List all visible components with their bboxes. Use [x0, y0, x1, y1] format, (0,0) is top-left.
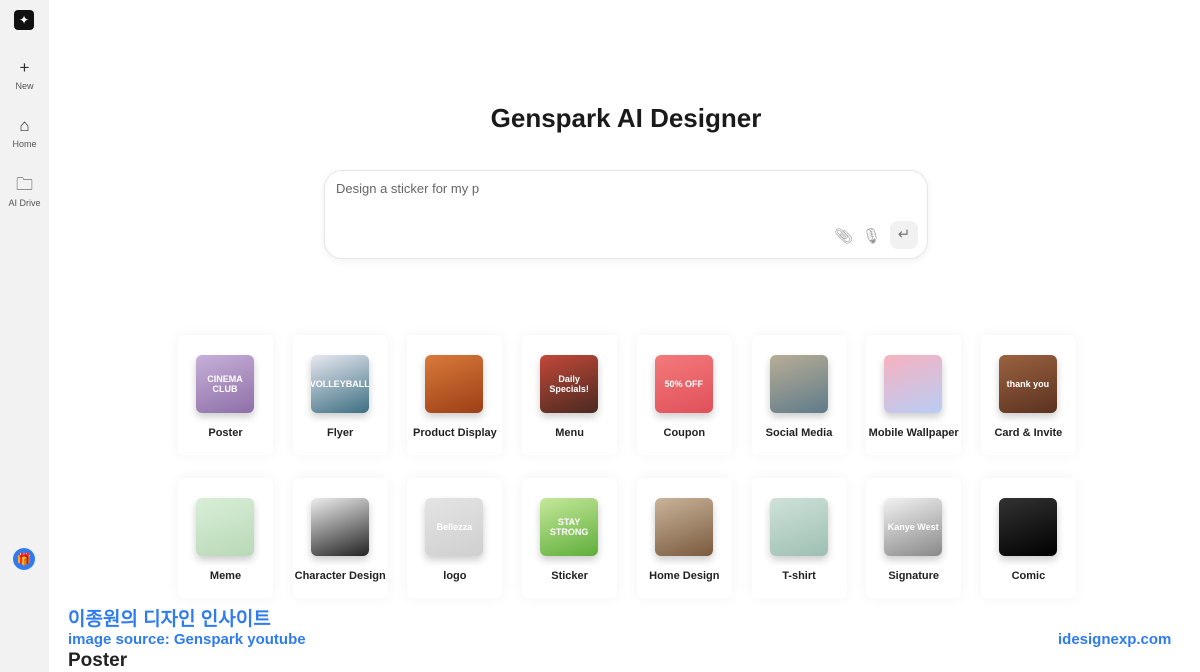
category-thumbnail: Kanye West: [884, 498, 943, 556]
category-thumbnail: CINEMA CLUB: [196, 355, 254, 413]
thumbnail-text: thank you: [1006, 379, 1050, 389]
category-thumbnail: [654, 498, 713, 556]
category-thumbnail: Bellezza: [425, 498, 484, 556]
thumbnail-text: Daily Specials!: [549, 374, 589, 394]
category-thumbnail: [769, 498, 828, 556]
category-thumbnail: VOLLEYBALL: [310, 355, 369, 413]
plus-icon: +: [19, 58, 30, 77]
category-card-home-design[interactable]: Home Design: [636, 478, 732, 598]
category-card-flyer[interactable]: VOLLEYBALL Flyer: [292, 335, 388, 455]
watermark-korean: 이종원의 디자인 인사이트: [68, 609, 271, 630]
category-thumbnail: Daily Specials!: [540, 355, 599, 413]
gift-icon[interactable]: 🎁: [13, 548, 35, 570]
image-source: image source: Genspark youtube: [68, 631, 306, 648]
sidebar-item-label: Home: [12, 139, 37, 149]
category-thumbnail: [884, 355, 943, 413]
category-card-comic[interactable]: Comic: [980, 478, 1076, 598]
prompt-input[interactable]: [336, 181, 786, 196]
prompt-box: 📎︎ 🎙︎ ↵: [324, 170, 928, 259]
category-card-logo[interactable]: Bellezza logo: [407, 478, 503, 598]
enter-icon: ↵: [897, 226, 911, 243]
thumbnail-text: CINEMA CLUB: [207, 374, 243, 394]
category-label: Menu: [555, 427, 584, 439]
category-label: logo: [443, 570, 467, 582]
category-label: Signature: [888, 570, 940, 582]
category-label: Product Display: [413, 427, 497, 439]
category-label: Mobile Wallpaper: [868, 427, 959, 439]
category-thumbnail: [196, 498, 254, 556]
thumbnail-text: 50% OFF: [664, 379, 704, 389]
category-card-meme[interactable]: Meme: [178, 478, 273, 598]
sidebar: ✦ + New ⌂ Home 🗀 AI Drive 🎁: [0, 0, 49, 672]
category-thumbnail: [310, 498, 369, 556]
folder-icon: 🗀: [16, 175, 33, 194]
category-label: Character Design: [294, 570, 386, 582]
category-card-coupon[interactable]: 50% OFF Coupon: [636, 335, 732, 455]
page-title: Genspark AI Designer: [490, 103, 762, 133]
site-watermark: idesignexp.com: [1058, 631, 1172, 648]
category-card-menu[interactable]: Daily Specials! Menu: [522, 335, 618, 455]
category-label: Sticker: [551, 570, 588, 582]
category-thumbnail: 50% OFF: [654, 355, 713, 413]
category-label: Flyer: [327, 427, 354, 439]
category-thumbnail: STAY STRONG: [540, 498, 599, 556]
thumbnail-text: Bellezza: [436, 522, 473, 532]
category-card-t-shirt[interactable]: T-shirt: [751, 478, 847, 598]
category-card-product-display[interactable]: Product Display: [407, 335, 503, 455]
category-card-character-design[interactable]: Character Design: [292, 478, 388, 598]
thumbnail-text: VOLLEYBALL: [310, 379, 369, 389]
category-label: Coupon: [663, 427, 706, 439]
category-label: T-shirt: [782, 570, 816, 582]
category-thumbnail: [998, 498, 1057, 556]
sidebar-item-ai-drive[interactable]: 🗀 AI Drive: [0, 174, 49, 208]
sidebar-item-label: AI Drive: [8, 198, 41, 208]
category-label: Home Design: [649, 570, 720, 582]
category-card-signature[interactable]: Kanye West Signature: [866, 478, 962, 598]
category-label: Social Media: [765, 427, 833, 439]
category-card-mobile-wallpaper[interactable]: Mobile Wallpaper: [866, 335, 962, 455]
category-card-social-media[interactable]: Social Media: [751, 335, 847, 455]
category-card-sticker[interactable]: STAY STRONG Sticker: [522, 478, 618, 598]
thumbnail-text: Kanye West: [887, 522, 939, 532]
caption: Poster: [68, 650, 128, 671]
category-label: Meme: [209, 570, 242, 582]
category-thumbnail: [425, 355, 484, 413]
category-card-poster[interactable]: CINEMA CLUB Poster: [178, 335, 273, 455]
microphone-icon[interactable]: 🎙︎: [862, 227, 881, 245]
category-label: Comic: [1011, 570, 1046, 582]
send-button[interactable]: ↵: [890, 221, 918, 249]
category-thumbnail: [769, 355, 828, 413]
category-card-card-invite[interactable]: thank you Card & Invite: [980, 335, 1076, 455]
category-label: Card & Invite: [994, 427, 1063, 439]
category-thumbnail: thank you: [998, 355, 1057, 413]
sidebar-item-label: New: [15, 81, 34, 91]
genspark-logo-icon[interactable]: ✦: [14, 10, 34, 30]
sidebar-item-new[interactable]: + New: [0, 57, 49, 91]
paperclip-icon[interactable]: 📎︎: [834, 227, 853, 245]
thumbnail-text: STAY STRONG: [549, 517, 589, 537]
category-label: Poster: [208, 427, 243, 439]
